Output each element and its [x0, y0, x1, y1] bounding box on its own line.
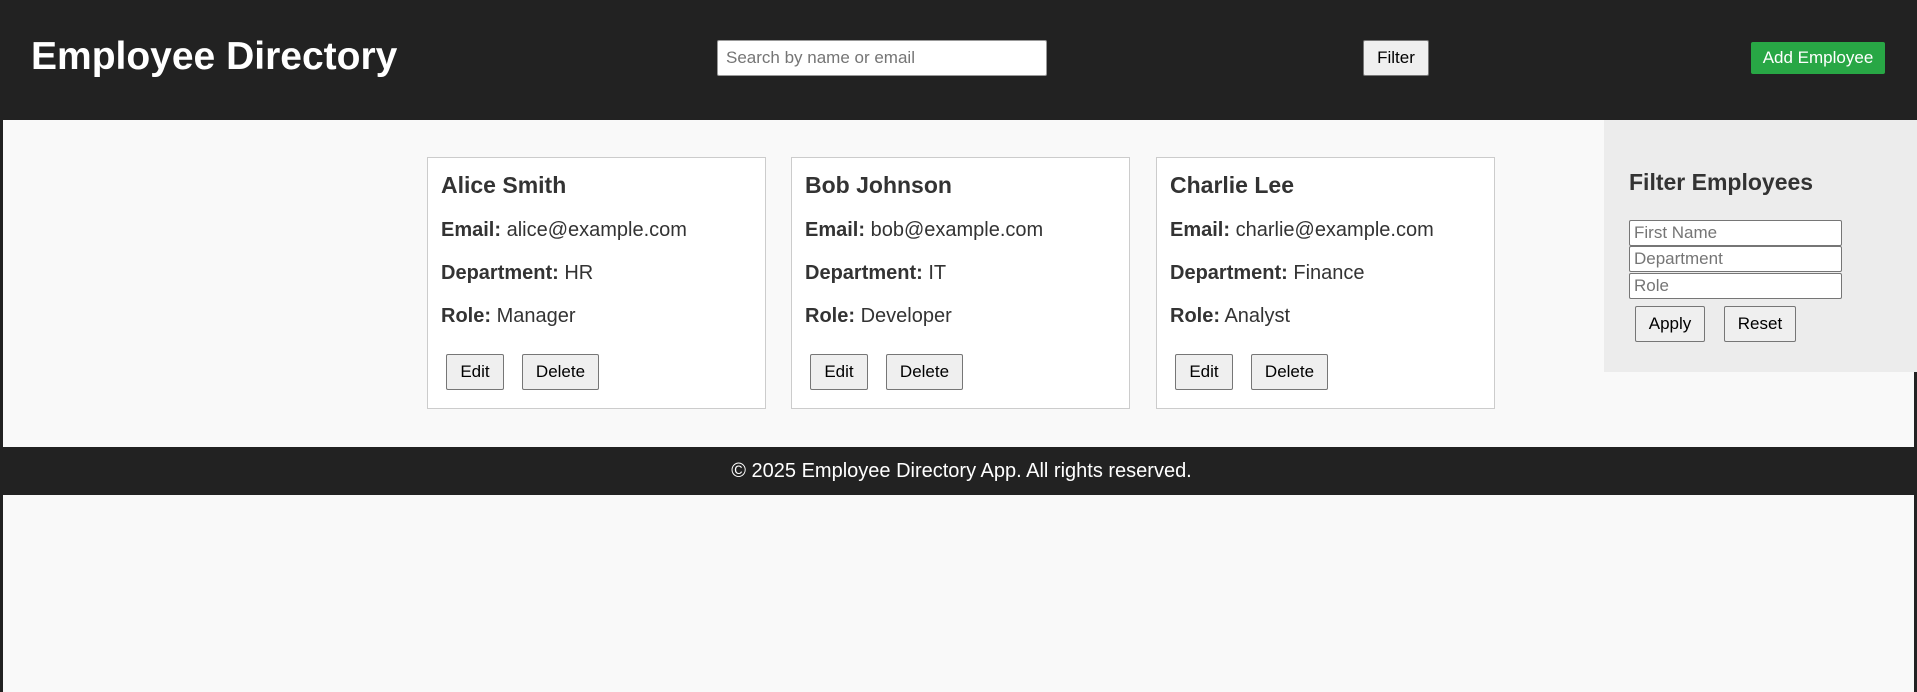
employee-department: Department: IT [805, 261, 946, 285]
department-value: HR [564, 262, 594, 284]
copyright-text: © 2025 Employee Directory App. All right… [731, 460, 1192, 482]
employee-card: Alice Smith Email: alice@example.com Dep… [427, 157, 766, 409]
role-value: Manager [496, 305, 576, 327]
delete-button[interactable]: Delete [886, 354, 963, 390]
employee-department: Department: Finance [1170, 261, 1365, 285]
department-label: Department: [1170, 262, 1288, 284]
top-header: Employee Directory Filter Add Employee [3, 0, 1917, 120]
employee-email: Email: charlie@example.com [1170, 218, 1434, 242]
email-value: alice@example.com [506, 219, 687, 241]
role-value: Analyst [1224, 305, 1291, 327]
employee-name: Bob Johnson [805, 172, 952, 198]
first-name-input[interactable] [1629, 220, 1842, 246]
email-value: charlie@example.com [1235, 219, 1434, 241]
department-value: Finance [1293, 262, 1365, 284]
department-value: IT [928, 262, 947, 284]
email-label: Email: [805, 219, 866, 241]
add-employee-button[interactable]: Add Employee [1751, 42, 1885, 74]
department-label: Department: [805, 262, 923, 284]
employee-email: Email: bob@example.com [805, 218, 1043, 242]
employee-card: Bob Johnson Email: bob@example.com Depar… [791, 157, 1130, 409]
sidebar-title: Filter Employees [1629, 169, 1814, 195]
employee-role: Role: Manager [441, 304, 576, 328]
role-value: Developer [860, 305, 952, 327]
delete-button[interactable]: Delete [522, 354, 599, 390]
employee-role: Role: Analyst [1170, 304, 1290, 328]
edit-button[interactable]: Edit [446, 354, 504, 390]
filter-button[interactable]: Filter [1363, 40, 1429, 76]
employee-email: Email: alice@example.com [441, 218, 687, 242]
app-window: Employee Directory Filter Add Employee A… [0, 0, 1917, 692]
apply-button[interactable]: Apply [1635, 306, 1705, 342]
employee-role: Role: Developer [805, 304, 952, 328]
footer: © 2025 Employee Directory App. All right… [3, 447, 1917, 495]
edit-button[interactable]: Edit [1175, 354, 1233, 390]
edit-button[interactable]: Edit [810, 354, 868, 390]
search-input[interactable] [717, 40, 1047, 76]
page-title: Employee Directory [31, 35, 398, 78]
employee-name: Alice Smith [441, 172, 567, 198]
department-input[interactable] [1629, 246, 1842, 272]
department-label: Department: [441, 262, 559, 284]
reset-button[interactable]: Reset [1724, 306, 1796, 342]
role-label: Role: [805, 305, 855, 327]
role-label: Role: [441, 305, 491, 327]
employee-department: Department: HR [441, 261, 593, 285]
employee-card: Charlie Lee Email: charlie@example.com D… [1156, 157, 1495, 409]
email-value: bob@example.com [870, 219, 1044, 241]
role-label: Role: [1170, 305, 1220, 327]
email-label: Email: [441, 219, 502, 241]
employee-name: Charlie Lee [1170, 172, 1294, 198]
filter-sidebar: Filter Employees Apply Reset [1604, 120, 1917, 372]
email-label: Email: [1170, 219, 1231, 241]
role-input[interactable] [1629, 273, 1842, 299]
delete-button[interactable]: Delete [1251, 354, 1328, 390]
